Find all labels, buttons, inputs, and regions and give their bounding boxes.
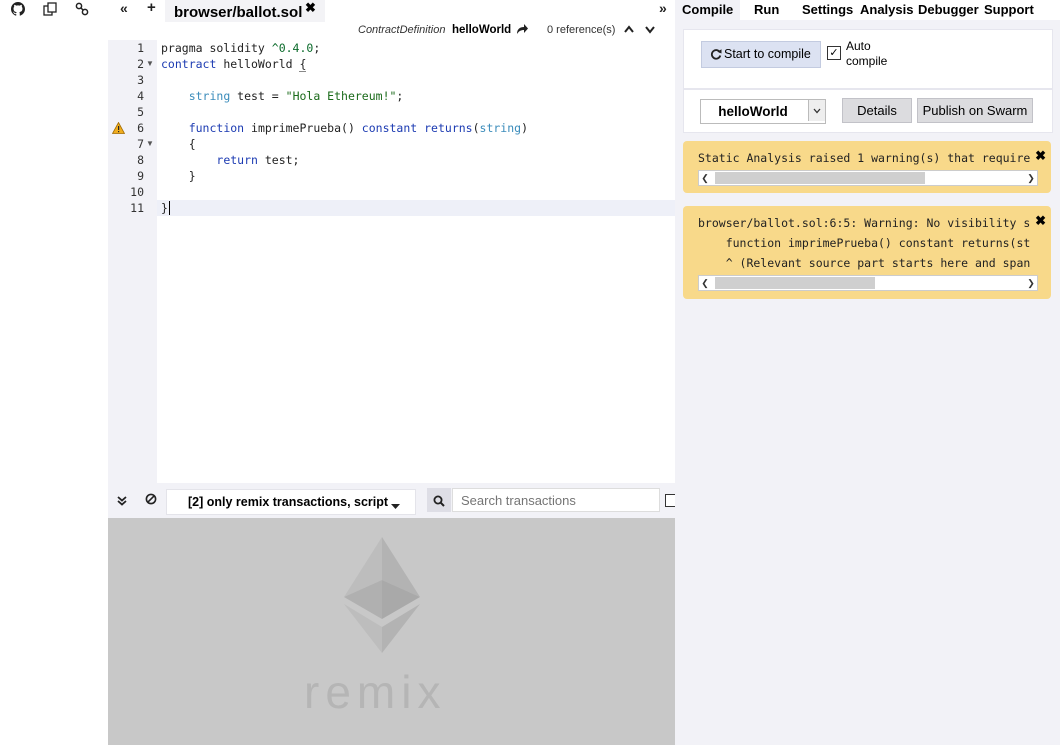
references-count: 0 reference(s) xyxy=(547,24,616,36)
scroll-right-icon[interactable]: ❯ xyxy=(1025,276,1037,290)
contract-select-label: helloWorld xyxy=(718,104,788,119)
code-line-6: function imprimePrueba() constant return… xyxy=(188,121,529,135)
code-editor[interactable]: 1 2 ▼ 3 4 5 6 7 ▼ 8 9 10 11 pragma solidity ^0.4.0; … xyxy=(108,40,675,483)
scrollbar-thumb[interactable] xyxy=(715,277,875,289)
line-number: 7 xyxy=(137,137,144,151)
file-tab-ballot[interactable]: browser/ballot.sol ✖ xyxy=(165,0,325,22)
scroll-left-icon[interactable]: ❮ xyxy=(699,171,711,185)
next-reference-icon[interactable] xyxy=(644,23,656,38)
tab-compile[interactable]: Compile xyxy=(675,0,740,20)
fold-toggle-icon[interactable]: ▼ xyxy=(146,136,154,152)
compile-section: Start to compile ✓ Auto compile xyxy=(683,29,1053,89)
line-gutter: 1 2 ▼ 3 4 5 6 7 ▼ 8 9 10 11 xyxy=(108,40,157,483)
transaction-filter-label: [2] only remix transactions, script xyxy=(188,495,389,509)
collapse-left-panel-button[interactable]: « xyxy=(120,0,128,16)
line-number: 4 xyxy=(137,89,144,103)
text-cursor xyxy=(169,201,170,215)
tab-settings[interactable]: Settings xyxy=(802,2,853,17)
details-button[interactable]: Details xyxy=(842,98,912,123)
transaction-filter-select[interactable]: [2] only remix transactions, script xyxy=(166,489,416,515)
copy-icon[interactable] xyxy=(41,2,59,18)
minimize-terminal-icon[interactable] xyxy=(117,493,127,511)
line-number: 5 xyxy=(137,105,144,119)
fold-toggle-icon[interactable]: ▼ xyxy=(146,56,154,72)
line-number: 3 xyxy=(137,73,144,87)
context-name: helloWorld xyxy=(452,24,512,36)
file-tab-label: browser/ballot.sol xyxy=(174,4,303,21)
line-number: 9 xyxy=(137,169,144,183)
active-line-highlight xyxy=(157,200,675,216)
version-token: ^0.4.0 xyxy=(271,41,314,55)
close-icon[interactable]: ✖ xyxy=(1035,213,1046,229)
publish-swarm-button[interactable]: Publish on Swarm xyxy=(917,98,1033,123)
tab-debugger[interactable]: Debugger xyxy=(918,2,979,17)
right-panel: Compile Run Settings Analysis Debugger S… xyxy=(675,0,1060,745)
auto-compile-label-line1: Auto xyxy=(846,39,871,53)
code-line-1: pragma solidity ^0.4.0; xyxy=(161,41,321,55)
close-icon[interactable]: ✖ xyxy=(305,0,316,16)
auto-compile-label-line2: compile xyxy=(846,54,888,68)
code-line-7: { xyxy=(161,137,196,151)
clear-console-icon[interactable] xyxy=(145,492,157,510)
line-number: 6 xyxy=(137,121,144,135)
tab-analysis[interactable]: Analysis xyxy=(860,2,913,17)
refresh-icon xyxy=(710,48,722,63)
scroll-left-icon[interactable]: ❮ xyxy=(699,276,711,290)
auto-compile-label: Auto compile xyxy=(846,39,887,69)
warning-text: Static Analysis raised 1 warning(s) that… xyxy=(698,151,1031,165)
context-kind: ContractDefinition xyxy=(358,24,446,36)
remix-brand-text: remix xyxy=(304,666,447,718)
line-number: 10 xyxy=(130,185,144,199)
collapse-right-panel-button[interactable]: » xyxy=(659,0,667,16)
contract-section: helloWorld Details Publish on Swarm xyxy=(683,89,1053,133)
warning-text-line2: function imprimePrueba() constant return… xyxy=(698,236,1031,250)
start-compile-label: Start to compile xyxy=(724,47,811,61)
static-analysis-warning: Static Analysis raised 1 warning(s) that… xyxy=(683,141,1051,193)
tab-support[interactable]: Support xyxy=(984,2,1034,17)
goto-definition-icon[interactable] xyxy=(516,23,528,38)
horizontal-scrollbar[interactable]: ❮ ❯ xyxy=(698,275,1038,291)
code-line-11: } xyxy=(161,201,168,215)
link-icon[interactable] xyxy=(73,2,91,18)
warning-text-line1: browser/ballot.sol:6:5: Warning: No visi… xyxy=(698,216,1031,230)
code-line-9: } xyxy=(161,169,196,183)
code-line-4: string test = "Hola Ethereum!"; xyxy=(188,89,404,103)
horizontal-scrollbar[interactable]: ❮ ❯ xyxy=(698,170,1038,186)
editor-tab-strip: « + browser/ballot.sol ✖ » xyxy=(108,0,675,22)
code-line-8: return test; xyxy=(216,153,300,167)
close-icon[interactable]: ✖ xyxy=(1035,148,1046,164)
scrollbar-thumb[interactable] xyxy=(715,172,925,184)
search-transactions-input[interactable] xyxy=(452,488,660,512)
terminal-output[interactable]: remix xyxy=(108,518,675,745)
compiler-warning: browser/ballot.sol:6:5: Warning: No visi… xyxy=(683,206,1051,299)
search-icon xyxy=(433,494,445,512)
line-number: 11 xyxy=(130,201,144,215)
line-number: 1 xyxy=(137,41,144,55)
chevron-down-icon xyxy=(808,100,825,121)
line-number: 8 xyxy=(137,153,144,167)
tab-run[interactable]: Run xyxy=(754,2,779,17)
auto-compile-checkbox[interactable]: ✓ xyxy=(827,46,841,60)
left-icon-bar xyxy=(0,0,108,745)
chevron-down-icon xyxy=(391,499,400,513)
previous-reference-icon[interactable] xyxy=(623,23,635,38)
contract-select[interactable]: helloWorld xyxy=(700,99,826,124)
ethereum-logo-icon xyxy=(344,537,420,658)
panel-tabs: Compile Run Settings Analysis Debugger S… xyxy=(675,0,1060,20)
code-line-2: contract helloWorld { xyxy=(161,57,307,72)
context-bar: ContractDefinition helloWorld 0 referenc… xyxy=(108,22,675,40)
line-number: 2 xyxy=(137,57,144,71)
add-file-button[interactable]: + xyxy=(147,0,156,16)
code-area[interactable]: pragma solidity ^0.4.0; contract helloWo… xyxy=(157,40,675,483)
terminal-toolbar: [2] only remix transactions, script xyxy=(108,483,678,518)
start-compile-button[interactable]: Start to compile xyxy=(701,41,821,68)
github-icon[interactable] xyxy=(9,2,27,18)
scroll-right-icon[interactable]: ❯ xyxy=(1025,171,1037,185)
search-button[interactable] xyxy=(427,488,451,512)
warning-text-line3: ^ (Relevant source part starts here and … xyxy=(698,256,1031,270)
